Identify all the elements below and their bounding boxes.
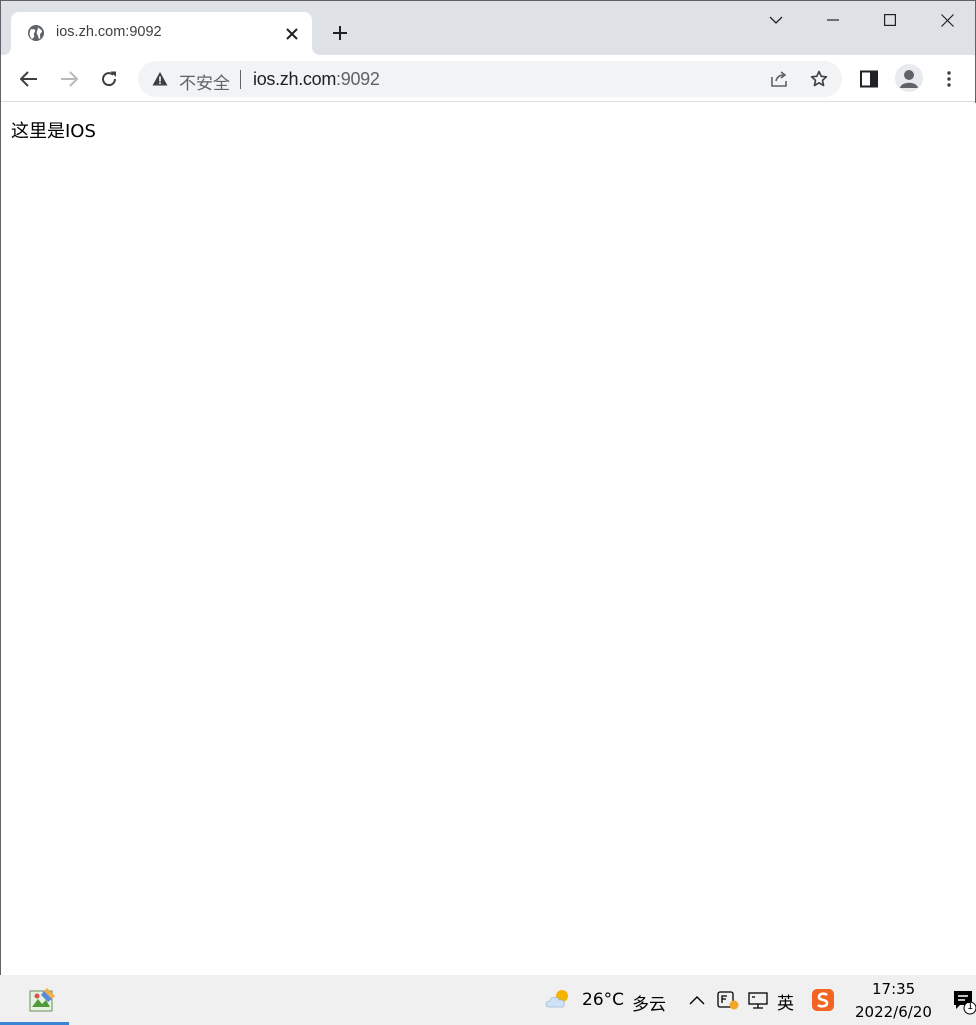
profile-avatar-icon[interactable]	[895, 64, 923, 92]
more-menu-icon[interactable]	[934, 64, 964, 94]
reload-icon[interactable]	[94, 64, 124, 94]
weather-description[interactable]: 多云	[632, 990, 666, 1015]
security-status-label[interactable]: 不安全	[179, 69, 230, 94]
url-port: :9092	[336, 69, 380, 89]
browser-window: ios.zh.com:9092 不安全 ios.zh.com:9092 这里是I…	[0, 0, 976, 976]
tab-active[interactable]: ios.zh.com:9092	[11, 12, 312, 55]
sogou-input-icon[interactable]	[811, 988, 835, 1012]
globe-icon	[27, 24, 45, 42]
tab-close-icon[interactable]	[282, 24, 302, 44]
warning-triangle-icon[interactable]	[152, 71, 168, 87]
url-text[interactable]: ios.zh.com:9092	[253, 69, 380, 90]
url-host: ios.zh.com	[253, 69, 337, 89]
page-body-text: 这里是IOS	[11, 121, 96, 142]
back-arrow-icon[interactable]	[14, 64, 44, 94]
page-content: 这里是IOS	[2, 103, 976, 976]
tab-title: ios.zh.com:9092	[56, 24, 162, 40]
tab-strip: ios.zh.com:9092	[1, 1, 975, 55]
close-window-icon[interactable]	[919, 1, 975, 39]
forward-arrow-icon[interactable]	[54, 64, 84, 94]
ime-language-label[interactable]: 英	[777, 989, 794, 1014]
notification-count-badge: 1	[967, 1001, 974, 1012]
side-panel-icon[interactable]	[854, 64, 884, 94]
chevron-up-icon[interactable]	[687, 991, 707, 1009]
new-tab-plus-icon[interactable]	[327, 20, 353, 46]
address-bar[interactable]: 不安全 ios.zh.com:9092	[138, 61, 842, 97]
share-icon[interactable]	[768, 68, 790, 90]
maximize-icon[interactable]	[862, 1, 918, 39]
taskbar-app-button[interactable]	[0, 975, 69, 1025]
weather-temperature[interactable]: 26°C	[582, 990, 624, 1010]
bookmark-star-icon[interactable]	[808, 68, 830, 90]
clock-date[interactable]: 2022/6/20	[855, 1003, 932, 1021]
weather-cloud-sun-icon[interactable]	[543, 987, 573, 1011]
omnibox-separator	[240, 70, 241, 89]
browser-toolbar: 不安全 ios.zh.com:9092	[1, 55, 975, 102]
windows-taskbar: 26°C 多云 英 17:35 2022/6/20 1	[0, 975, 976, 1025]
clock-time[interactable]: 17:35	[872, 980, 915, 998]
paint-app-icon	[28, 985, 58, 1015]
security-shield-tray-icon[interactable]	[716, 989, 740, 1011]
network-monitor-icon[interactable]	[747, 989, 769, 1011]
minimize-icon[interactable]	[805, 1, 861, 39]
tab-search-chevron-down-icon[interactable]	[748, 1, 804, 39]
